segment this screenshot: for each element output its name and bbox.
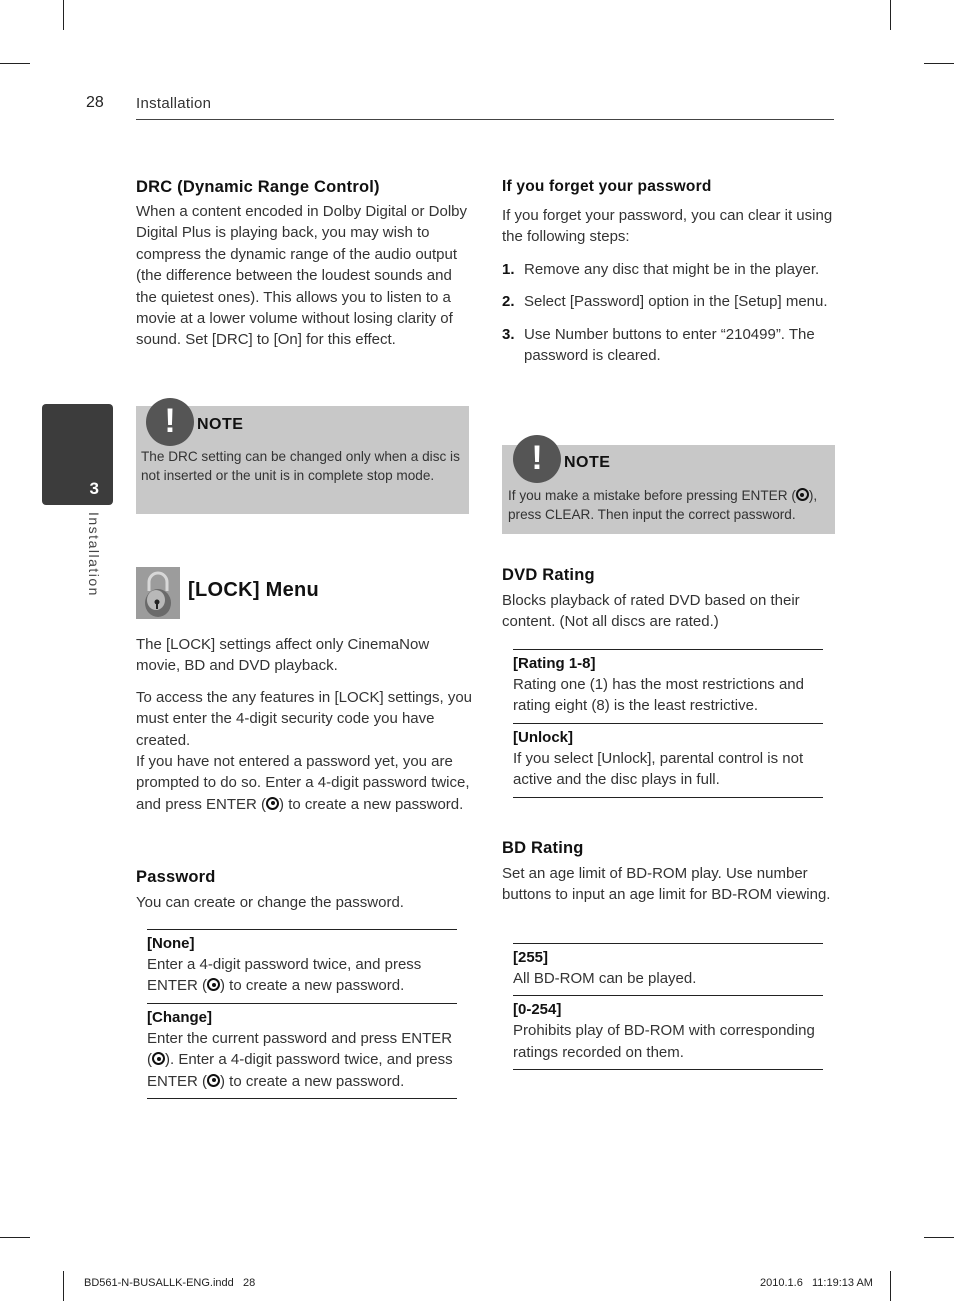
option-desc: All BD-ROM can be played.: [513, 970, 697, 987]
forget-intro: If you forget your password, you can cle…: [502, 207, 833, 246]
crop-mark: [924, 1237, 954, 1238]
option-row: [255] All BD-ROM can be played.: [513, 943, 823, 995]
enter-button-icon: [207, 1073, 220, 1087]
note-text: The DRC setting can be changed only when…: [141, 449, 460, 484]
bd-rating-heading: BD Rating: [502, 839, 584, 857]
option-desc: Prohibits play of BD-ROM with correspond…: [513, 1022, 815, 1061]
password-options-table: [None] Enter a 4-digit password twice, a…: [147, 929, 457, 1100]
crop-mark: [890, 1271, 891, 1301]
drc-body: When a content encoded in Dolby Digital …: [136, 203, 468, 349]
page-section-title: Installation: [136, 95, 212, 112]
footer-timestamp: 2010.1.6 11:19:13 AM: [760, 1277, 873, 1289]
drc-note: ! NOTE The DRC setting can be changed on…: [136, 398, 469, 514]
password-note: ! NOTE If you make a mistake before pres…: [502, 435, 835, 534]
lock-intro: The [LOCK] settings affect only CinemaNo…: [136, 634, 472, 815]
forget-steps: 1. Remove any disc that might be in the p…: [502, 259, 838, 367]
drc-heading: DRC (Dynamic Range Control): [136, 178, 380, 196]
enter-button-icon: [152, 1052, 165, 1066]
page-number: 28: [86, 94, 104, 111]
enter-button-icon: [266, 796, 280, 810]
password-section: Password You can create or change the pa…: [136, 868, 472, 913]
option-row: [0-254] Prohibits play of BD-ROM with co…: [513, 995, 823, 1071]
footer-file-name: BD561-N-BUSALLK-ENG.indd 28: [84, 1277, 256, 1289]
bd-rating-options-table: [255] All BD-ROM can be played. [0-254] …: [513, 943, 823, 1071]
text-part: ) to create a new password.: [220, 1072, 405, 1090]
chapter-tab: 3: [42, 404, 113, 505]
option-title: [255]: [513, 949, 549, 966]
text-part: ) to create a new password.: [220, 977, 405, 995]
chapter-label-text: Installation: [86, 512, 102, 597]
forget-password-section: If you forget your password If you forge…: [502, 178, 838, 366]
enter-button-icon: [795, 488, 809, 501]
dvd-rating-options-table: [Rating 1-8] Rating one (1) has the most…: [513, 649, 823, 798]
lock-menu-title: [LOCK] Menu: [188, 579, 320, 601]
option-desc: If you select [Unlock], parental control…: [513, 749, 804, 789]
crop-mark: [924, 63, 954, 64]
crop-mark: [0, 1237, 30, 1238]
step-item: 2. Select [Password] option in the [Setup…: [502, 291, 838, 312]
step-item: 1. Remove any disc that might be in the p…: [502, 259, 838, 280]
chapter-number: 3: [89, 479, 99, 498]
option-row-change: [Change] Enter the current password and …: [147, 1002, 457, 1100]
option-title: [Unlock]: [513, 728, 573, 746]
option-desc: Enter a 4-digit password twice, and pres…: [147, 954, 457, 997]
step-number: 2.: [502, 293, 515, 311]
option-title: [Rating 1-8]: [513, 655, 596, 672]
password-intro: You can create or change the password.: [136, 894, 404, 911]
step-text: Use Number buttons to enter “210499”. Th…: [524, 325, 815, 365]
option-row: [Unlock] If you select [Unlock], parenta…: [513, 722, 823, 798]
step-text: Select [Password] option in the [Setup] …: [524, 293, 828, 311]
option-desc: Enter the current password and press ENT…: [147, 1028, 457, 1092]
note-text: If you make a mistake before pressing EN…: [508, 486, 833, 524]
step-number: 1.: [502, 260, 515, 278]
password-heading: Password: [136, 868, 216, 886]
option-title: [None]: [147, 935, 195, 952]
dvd-rating-intro: Blocks playback of rated DVD based on th…: [502, 592, 800, 631]
header-rule: [136, 119, 834, 120]
option-title: [Change]: [147, 1008, 212, 1026]
option-title: [0-254]: [513, 1001, 562, 1019]
option-row: [Rating 1-8] Rating one (1) has the most…: [513, 649, 823, 723]
forget-heading: If you forget your password: [502, 178, 712, 195]
crop-mark: [63, 1271, 64, 1301]
bd-rating-intro: Set an age limit of BD-ROM play. Use num…: [502, 865, 831, 904]
crop-mark: [890, 0, 891, 30]
enter-button-icon: [207, 978, 220, 992]
exclamation-icon: !: [513, 435, 561, 483]
crop-mark: [63, 0, 64, 30]
padlock-icon: [136, 567, 180, 619]
dvd-rating-heading: DVD Rating: [502, 566, 595, 584]
lock-intro-text: The [LOCK] settings affect only CinemaNo…: [136, 636, 430, 675]
lock-password-prompt-text: If you have not entered a password yet, …: [136, 751, 472, 815]
note-title: NOTE: [197, 416, 244, 433]
dvd-rating-section: DVD Rating Blocks playback of rated DVD …: [502, 566, 838, 633]
step-text: Remove any disc that might be in the pla…: [524, 260, 820, 278]
lock-access-text: To access the any features in [LOCK] set…: [136, 688, 473, 749]
drc-section: DRC (Dynamic Range Control) When a conte…: [136, 178, 472, 351]
step-number: 3.: [502, 325, 515, 343]
text-part: ) to create a new password.: [279, 795, 464, 813]
bd-rating-section: BD Rating Set an age limit of BD-ROM pla…: [502, 839, 838, 906]
exclamation-icon: !: [146, 398, 194, 446]
option-desc: Rating one (1) has the most restrictions…: [513, 676, 804, 715]
step-item: 3. Use Number buttons to enter “210499”. …: [502, 324, 838, 367]
chapter-label: Installation: [78, 512, 108, 612]
text-part: If you make a mistake before pressing EN…: [508, 488, 796, 503]
option-row-none: [None] Enter a 4-digit password twice, a…: [147, 929, 457, 1003]
note-title: NOTE: [564, 454, 611, 471]
crop-mark: [0, 63, 30, 64]
